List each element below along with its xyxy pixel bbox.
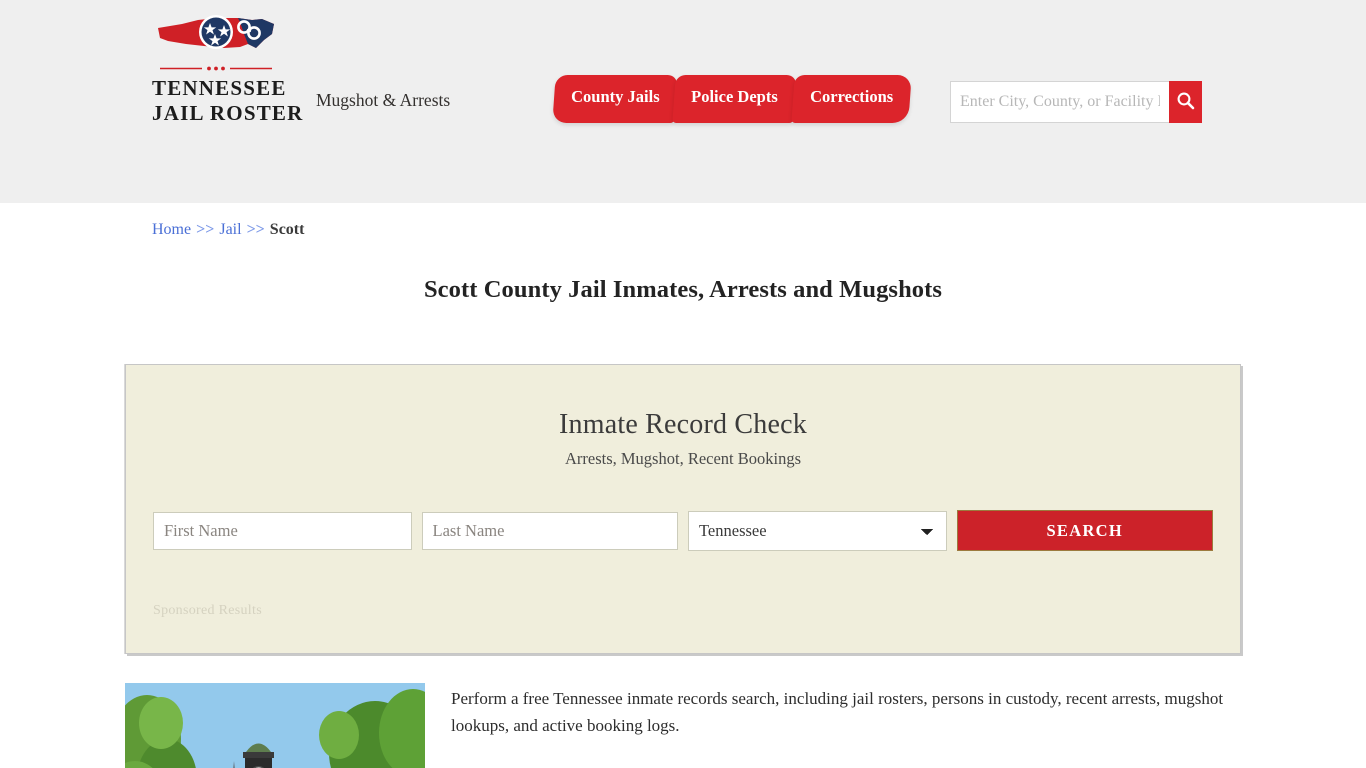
- breadcrumb-item-jail[interactable]: Jail: [219, 221, 241, 238]
- site-tagline: Mugshot & Arrests: [316, 90, 451, 110]
- header-inner: TENNESSEE JAIL ROSTER Mugshot & Arrests …: [120, 0, 1246, 203]
- article-text: Perform a free Tennessee inmate records …: [425, 683, 1241, 768]
- nav-tab-police-depts[interactable]: Police Depts: [672, 75, 797, 123]
- article-paragraph-1: Perform a free Tennessee inmate records …: [451, 689, 1224, 735]
- nav-tab-corrections-label: Corrections: [810, 87, 894, 106]
- main-navigation: County Jails Police Depts Corrections: [552, 75, 912, 125]
- record-check-title: Inmate Record Check: [559, 409, 807, 440]
- nav-tab-county-jails[interactable]: County Jails: [552, 75, 679, 123]
- logo-divider-icon: [158, 64, 274, 73]
- breadcrumb-item-current: Scott: [269, 221, 305, 238]
- article-paragraph-2: The Scott County Jail is a minimum to ma…: [451, 761, 1241, 768]
- header-search-input[interactable]: [950, 81, 1169, 123]
- record-check-form: Tennessee SEARCH: [126, 510, 1240, 551]
- nav-tab-corrections[interactable]: Corrections: [791, 75, 912, 123]
- record-check-subtitle: Arrests, Mugshot, Recent Bookings: [564, 449, 802, 468]
- inmate-record-check-panel: Inmate Record Check Arrests, Mugshot, Re…: [125, 364, 1241, 654]
- tennessee-state-icon: [152, 14, 280, 62]
- site-header: TENNESSEE JAIL ROSTER Mugshot & Arrests …: [0, 0, 1366, 203]
- record-check-search-button[interactable]: SEARCH: [956, 510, 1213, 551]
- search-icon: [1176, 91, 1195, 113]
- logo-text-line2: JAIL ROSTER: [152, 101, 304, 125]
- breadcrumb: Home >> Jail >> Scott: [120, 203, 1246, 239]
- breadcrumb-item-home[interactable]: Home: [152, 221, 191, 238]
- article-section: Perform a free Tennessee inmate records …: [120, 683, 1246, 768]
- page-content: Home >> Jail >> Scott Scott County Jail Inma…: [120, 203, 1246, 768]
- nav-tab-police-depts-label: Police Depts: [691, 87, 779, 106]
- site-logo[interactable]: TENNESSEE JAIL ROSTER: [152, 14, 304, 126]
- first-name-input[interactable]: [153, 511, 412, 550]
- breadcrumb-separator: >>: [246, 221, 265, 238]
- nav-tab-county-jails-label: County Jails: [571, 87, 660, 106]
- page-title: Scott County Jail Inmates, Arrests and M…: [423, 276, 943, 303]
- logo-text-line1: TENNESSEE: [152, 76, 287, 100]
- last-name-input[interactable]: [421, 511, 678, 550]
- courthouse-photo: [125, 683, 425, 768]
- state-select[interactable]: Tennessee: [688, 510, 947, 551]
- header-search-button[interactable]: [1169, 81, 1202, 123]
- breadcrumb-separator: >>: [196, 221, 215, 238]
- header-search: [950, 81, 1202, 123]
- sponsored-results-label: Sponsored Results: [153, 603, 262, 618]
